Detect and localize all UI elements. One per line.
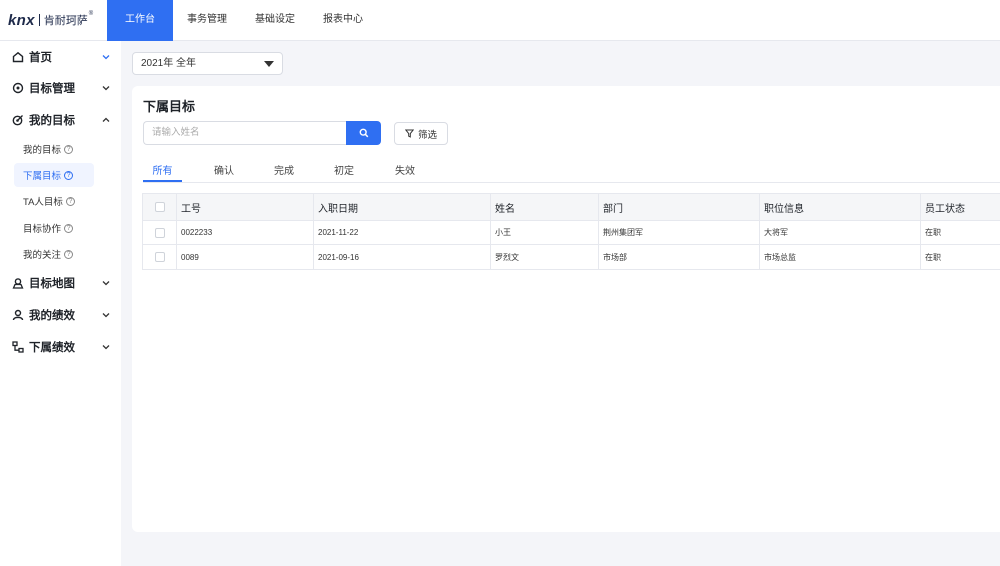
topnav-reports[interactable]: 报表中心 <box>309 0 377 41</box>
subordinate-table: 工号 入职日期 姓名 部门 职位信息 员工状态 0022233 2021-11-… <box>142 193 1000 270</box>
sidebar-item-my-goals[interactable]: 我的目标 <box>0 110 121 130</box>
cell-position: 大将军 <box>759 221 920 244</box>
help-icon[interactable]: ? <box>64 223 74 233</box>
cell-employee-id: 0089 <box>176 245 313 269</box>
column-header-position[interactable]: 职位信息 <box>759 194 920 220</box>
column-header-department[interactable]: 部门 <box>598 194 759 220</box>
sidebar-subitem-goal-collaboration[interactable]: 目标协作? <box>14 216 94 240</box>
sidebar-label-goal-management: 目标管理 <box>29 83 75 95</box>
target-icon <box>12 114 24 126</box>
sidebar-label-goal-map: 目标地图 <box>29 278 75 290</box>
help-icon[interactable]: ? <box>65 196 75 206</box>
chevron-down-icon <box>101 342 111 352</box>
year-select-value: 2021年 全年 <box>141 58 197 69</box>
topnav-settings[interactable]: 基础设定 <box>241 0 309 41</box>
sidebar-subitem-others-goals[interactable]: TA人目标? <box>14 189 94 213</box>
chevron-down-icon <box>101 310 111 320</box>
sidebar-label-subordinate-performance: 下属绩效 <box>29 342 75 354</box>
column-header-status[interactable]: 员工状态 <box>920 194 1000 220</box>
sidebar-item-goal-management[interactable]: 目标管理 <box>0 78 121 98</box>
sidebar-item-my-performance[interactable]: 我的绩效 <box>0 305 121 325</box>
table-header-row: 工号 入职日期 姓名 部门 职位信息 员工状态 <box>143 194 1000 221</box>
sidebar-subitem-my-goals[interactable]: 我的目标? <box>14 137 94 161</box>
table-row[interactable]: 0089 2021-09-16 罗烈文 市场部 市场总监 在职 <box>143 245 1000 269</box>
tab-confirmed[interactable]: 确认 <box>213 162 235 177</box>
topnav-affairs[interactable]: 事务管理 <box>173 0 241 41</box>
subordinate-goals-panel: 下属目标 请输入姓名 筛选 所有 确认 完成 初定 失效 工号 入职日期 姓名 … <box>132 86 1000 532</box>
search-icon <box>359 128 368 138</box>
chevron-up-icon <box>101 115 111 125</box>
sidebar-label-my-performance: 我的绩效 <box>29 310 75 322</box>
tab-invalid[interactable]: 失效 <box>394 162 416 177</box>
cell-name: 小王 <box>490 221 598 244</box>
cell-position: 市场总监 <box>759 245 920 269</box>
row-select-cell <box>143 221 176 244</box>
help-icon[interactable]: ? <box>64 249 74 259</box>
org-chart-icon <box>12 341 24 353</box>
caret-down-icon <box>264 61 274 67</box>
name-search-input[interactable]: 请输入姓名 <box>143 121 347 145</box>
select-all-cell <box>143 194 176 220</box>
year-select[interactable]: 2021年 全年 <box>132 52 283 75</box>
column-header-employee-id[interactable]: 工号 <box>176 194 313 220</box>
chevron-down-icon <box>101 83 111 93</box>
sidebar-label-home: 首页 <box>29 52 52 64</box>
target-settings-icon <box>12 82 24 94</box>
logo-mark: knx <box>8 11 35 29</box>
cell-department: 荆州集团军 <box>598 221 759 244</box>
cell-status: 在职 <box>920 245 1000 269</box>
filter-button[interactable]: 筛选 <box>394 122 448 145</box>
row-checkbox[interactable] <box>154 252 165 262</box>
help-icon[interactable]: ? <box>64 170 74 180</box>
column-header-hire-date[interactable]: 入职日期 <box>313 194 490 220</box>
user-icon <box>12 309 24 321</box>
status-tabs: 所有 确认 完成 初定 失效 <box>143 156 1000 183</box>
chevron-down-icon <box>101 278 111 288</box>
filter-label: 筛选 <box>417 129 437 141</box>
logo-registered-mark: ® <box>88 11 94 17</box>
sidebar-sublabel: TA人目标 <box>23 197 63 208</box>
cell-hire-date: 2021-11-22 <box>313 221 490 244</box>
logo-divider <box>38 14 40 26</box>
sidebar-subitem-subordinate-goals[interactable]: 下属目标? <box>14 163 94 187</box>
cell-status: 在职 <box>920 221 1000 244</box>
sidebar: 首页 目标管理 我的目标 我的目标? 下属目标? TA人目标? 目标协作? 我的… <box>0 41 121 566</box>
cell-employee-id: 0022233 <box>176 221 313 244</box>
sidebar-sublabel: 下属目标 <box>23 171 62 182</box>
search-button[interactable] <box>346 121 381 145</box>
cell-hire-date: 2021-09-16 <box>313 245 490 269</box>
top-bar: knx 肯耐珂萨 ® 工作台 事务管理 基础设定 报表中心 <box>0 0 1000 41</box>
sidebar-item-subordinate-performance[interactable]: 下属绩效 <box>0 337 121 357</box>
column-header-name[interactable]: 姓名 <box>490 194 598 220</box>
row-checkbox[interactable] <box>154 227 165 238</box>
tab-all[interactable]: 所有 <box>143 162 182 177</box>
active-tab-indicator <box>143 180 182 182</box>
chevron-down-icon <box>101 52 111 62</box>
tab-draft[interactable]: 初定 <box>333 162 355 177</box>
top-nav: 工作台 事务管理 基础设定 报表中心 <box>107 0 377 41</box>
sidebar-label-my-goals: 我的目标 <box>29 115 75 127</box>
table-row[interactable]: 0022233 2021-11-22 小王 荆州集团军 大将军 在职 <box>143 221 1000 245</box>
logo-name: 肯耐珂萨 <box>43 15 88 27</box>
sidebar-sublabel: 目标协作 <box>23 224 62 235</box>
sidebar-item-goal-map[interactable]: 目标地图 <box>0 273 121 293</box>
cell-name: 罗烈文 <box>490 245 598 269</box>
page-title: 下属目标 <box>143 99 196 114</box>
topnav-workbench[interactable]: 工作台 <box>107 0 173 41</box>
home-icon <box>12 51 24 63</box>
sidebar-sublabel: 我的关注 <box>23 250 62 261</box>
sidebar-sublabel: 我的目标 <box>23 145 62 156</box>
brand-logo[interactable]: knx 肯耐珂萨 ® <box>8 11 93 29</box>
help-icon[interactable]: ? <box>64 144 74 154</box>
sidebar-item-home[interactable]: 首页 <box>0 47 121 67</box>
cell-department: 市场部 <box>598 245 759 269</box>
row-select-cell <box>143 245 176 269</box>
sidebar-subitem-my-follows[interactable]: 我的关注? <box>14 242 94 266</box>
filter-icon <box>404 129 414 138</box>
select-all-checkbox[interactable] <box>154 202 165 212</box>
map-pin-icon <box>12 277 24 289</box>
tab-completed[interactable]: 完成 <box>273 162 295 177</box>
